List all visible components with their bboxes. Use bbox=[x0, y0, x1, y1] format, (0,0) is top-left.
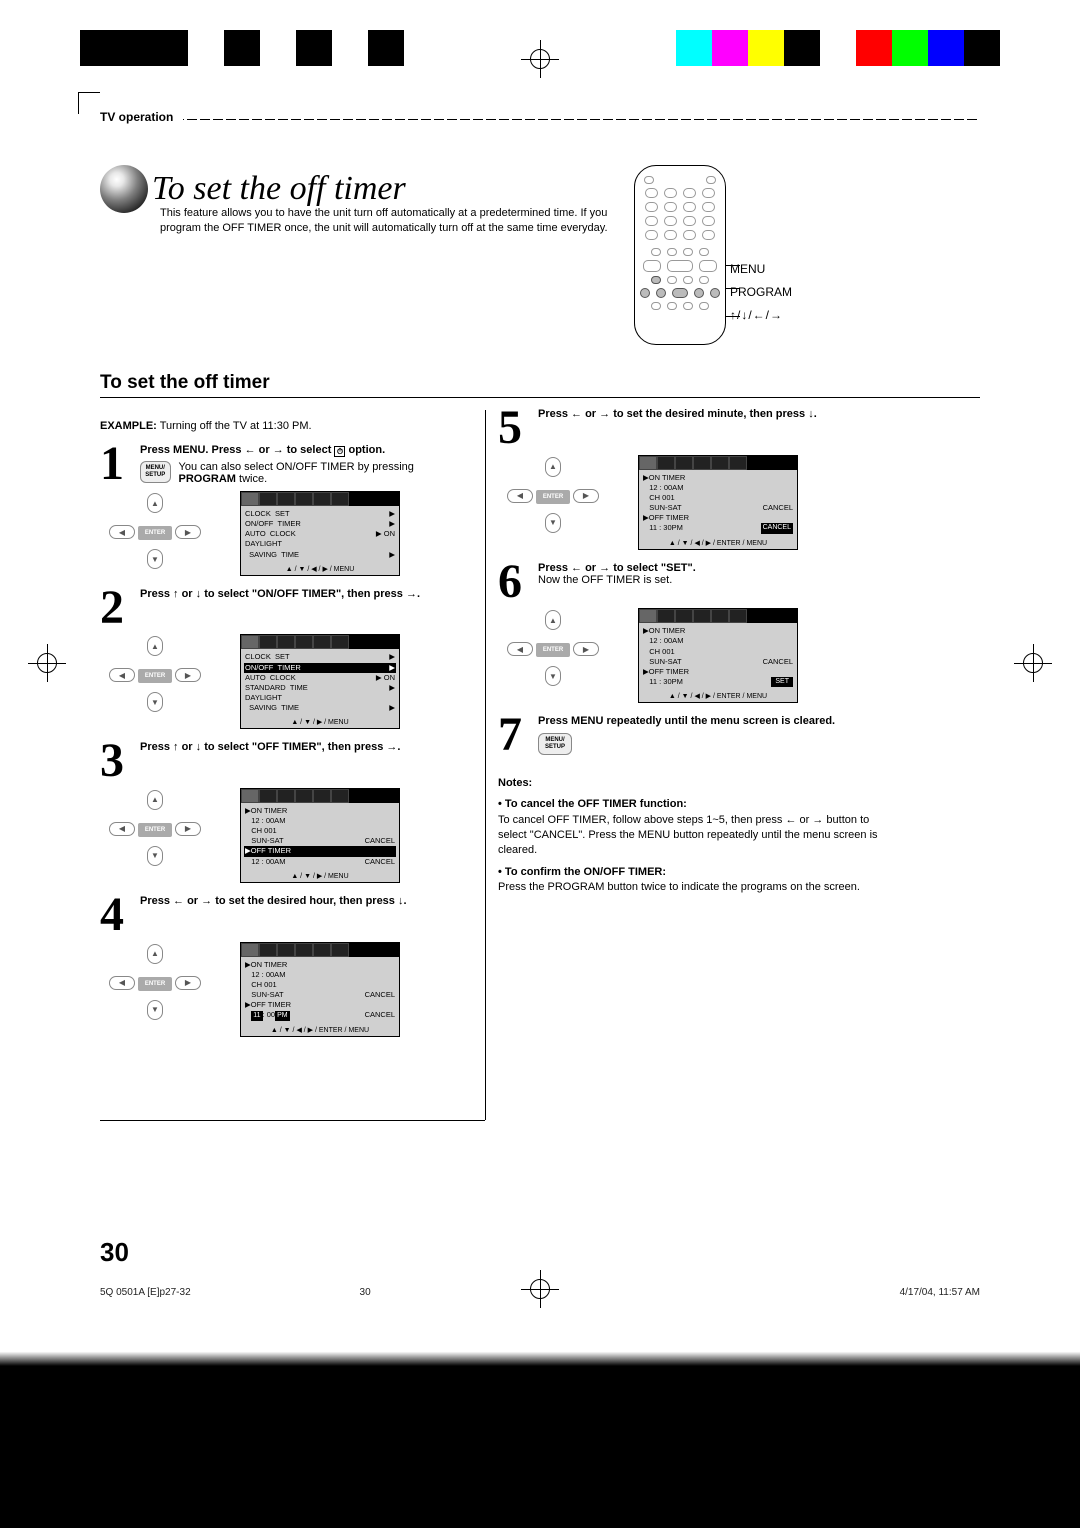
footer-right: 4/17/04, 11:57 AM bbox=[900, 1287, 980, 1298]
osd-screen-5: ▶ON TIMER 12 : 00AM CH 001 SUN-SATCANCEL… bbox=[638, 455, 798, 550]
step-instruction: Press ← or → to set the desired hour, th… bbox=[140, 895, 407, 907]
step-number: 5 bbox=[498, 408, 538, 449]
dpad-illustration: ▲ ◀ ENTER ▶ ▼ bbox=[100, 942, 210, 1026]
step-number: 2 bbox=[100, 588, 140, 629]
menu-setup-button-icon: MENU/SETUP bbox=[140, 461, 171, 483]
registration-mark-left bbox=[34, 650, 60, 676]
step-instruction: Press MENU repeatedly until the menu scr… bbox=[538, 715, 835, 727]
decorative-sphere-icon bbox=[100, 165, 148, 213]
remote-label-menu: MENU bbox=[730, 258, 792, 281]
step-number: 6 bbox=[498, 562, 538, 603]
step-instruction: Press ↑ or ↓ to select "ON/OFF TIMER", t… bbox=[140, 588, 420, 600]
page-bleed-bottom bbox=[0, 1348, 1080, 1528]
dpad-illustration: ▲ ◀ ENTER ▶ ▼ bbox=[100, 634, 210, 718]
step-instruction: Press ← or → to select "SET". bbox=[538, 562, 696, 574]
step-7: 7 Press MENU repeatedly until the menu s… bbox=[498, 715, 878, 756]
step-number: 7 bbox=[498, 715, 538, 756]
left-column: EXAMPLE: Turning off the TV at 11:30 PM.… bbox=[100, 402, 470, 1037]
step-subtext: You can also select ON/OFF TIMER by pres… bbox=[179, 461, 470, 485]
step-3: 3 Press ↑ or ↓ to select "OFF TIMER", th… bbox=[100, 741, 470, 782]
note-2-body: Press the PROGRAM button twice to indica… bbox=[498, 881, 860, 893]
step-1: 1 Press MENU. Press ← or → to select ⏱ o… bbox=[100, 444, 470, 485]
menu-setup-button-icon: MENU/SETUP bbox=[538, 733, 572, 755]
column-divider bbox=[485, 410, 486, 1120]
step-number: 3 bbox=[100, 741, 140, 782]
remote-illustration bbox=[634, 165, 726, 345]
section-heading: To set the off timer bbox=[100, 372, 980, 394]
left-col-bottom-rule bbox=[100, 1120, 485, 1121]
footer-left: 5Q 0501A [E]p27-32 bbox=[100, 1287, 191, 1298]
note-2-title: To confirm the ON/OFF TIMER: bbox=[505, 866, 666, 878]
step-4: 4 Press ← or → to set the desired hour, … bbox=[100, 895, 470, 936]
example-line: EXAMPLE: Turning off the TV at 11:30 PM. bbox=[100, 420, 470, 432]
remote-label-arrows: ↑/↓/←/→ bbox=[730, 304, 792, 327]
notes-heading: Notes: bbox=[498, 777, 532, 789]
dpad-illustration: ▲ ◀ ENTER ▶ ▼ bbox=[498, 608, 608, 692]
registration-mark-bottom bbox=[527, 1276, 553, 1302]
footer-mid: 30 bbox=[360, 1287, 371, 1298]
crop-mark bbox=[78, 92, 100, 114]
step-6: 6 Press ← or → to select "SET". Now the … bbox=[498, 562, 878, 603]
note-1-body: To cancel OFF TIMER, follow above steps … bbox=[498, 814, 878, 857]
note-1-title: To cancel the OFF TIMER function: bbox=[505, 798, 687, 810]
page-number: 30 bbox=[100, 1237, 129, 1268]
step-subtext: Now the OFF TIMER is set. bbox=[538, 574, 878, 586]
step-2: 2 Press ↑ or ↓ to select "ON/OFF TIMER",… bbox=[100, 588, 470, 629]
osd-screen-6: ▶ON TIMER 12 : 00AM CH 001 SUN-SATCANCEL… bbox=[638, 608, 798, 703]
dpad-illustration: ▲ ◀ ENTER ▶ ▼ bbox=[100, 788, 210, 872]
registration-mark-top bbox=[527, 46, 553, 72]
step-number: 4 bbox=[100, 895, 140, 936]
remote-label-program: PROGRAM bbox=[730, 281, 792, 304]
step-instruction: Press ↑ or ↓ to select "OFF TIMER", then… bbox=[140, 741, 400, 753]
running-header: TV operation bbox=[100, 110, 173, 126]
right-column: 5 Press ← or → to set the desired minute… bbox=[498, 402, 878, 896]
header-rule bbox=[183, 119, 980, 120]
notes-section: Notes: • To cancel the OFF TIMER functio… bbox=[498, 776, 878, 896]
section-rule bbox=[100, 397, 980, 398]
osd-screen-2: CLOCK SET▶ ON/OFF TIMER▶ AUTO CLOCK▶ ON … bbox=[240, 634, 400, 729]
osd-screen-1: CLOCK SET▶ ON/OFF TIMER▶ AUTO CLOCK▶ ON … bbox=[240, 491, 400, 576]
osd-screen-3: ▶ON TIMER 12 : 00AM CH 001 SUN-SATCANCEL… bbox=[240, 788, 400, 883]
step-5: 5 Press ← or → to set the desired minute… bbox=[498, 408, 878, 449]
intro-paragraph: This feature allows you to have the unit… bbox=[160, 206, 640, 236]
step-instruction: Press ← or → to set the desired minute, … bbox=[538, 408, 817, 420]
dpad-illustration: ▲ ◀ ENTER ▶ ▼ bbox=[100, 491, 210, 575]
remote-callout-labels: MENU PROGRAM ↑/↓/←/→ bbox=[730, 258, 792, 326]
osd-screen-4: ▶ON TIMER 12 : 00AM CH 001 SUN-SATCANCEL… bbox=[240, 942, 400, 1037]
step-number: 1 bbox=[100, 444, 140, 485]
dpad-illustration: ▲ ◀ ENTER ▶ ▼ bbox=[498, 455, 608, 539]
step-instruction: Press MENU. Press ← or → to select ⏱ opt… bbox=[140, 444, 385, 456]
page-title: To set the off timer bbox=[152, 170, 406, 208]
registration-mark-right bbox=[1020, 650, 1046, 676]
